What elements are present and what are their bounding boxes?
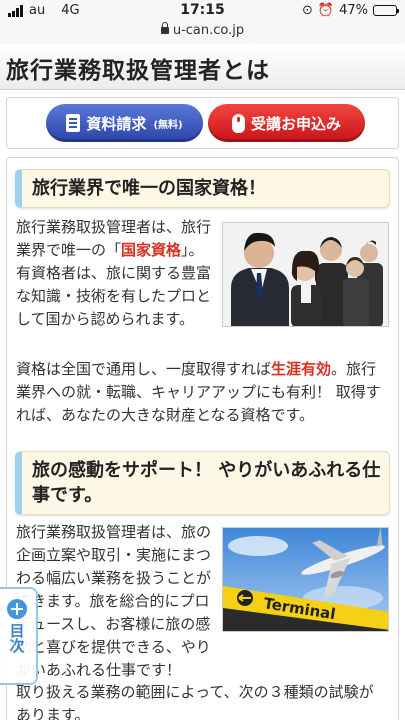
page-title: 旅行業務取扱管理者とは bbox=[6, 57, 270, 84]
status-bar: au 4G 17:15 ⊙ ⏰ 47% u-can.co.jp bbox=[0, 0, 405, 44]
page-header: 旅行業務取扱管理者とは bbox=[0, 44, 405, 90]
apply-label: 受講お申込み bbox=[250, 114, 341, 133]
document-icon bbox=[66, 114, 81, 132]
address-bar[interactable]: u-can.co.jp bbox=[0, 22, 405, 38]
business-people-photo bbox=[222, 222, 389, 327]
section1-text-c: 資格は全国で通用し、一度取得すれば bbox=[16, 360, 272, 378]
plus-icon bbox=[7, 599, 27, 619]
main-content: 旅行業界で唯一の国家資格！ 旅行業務取扱管理者は、旅行業界で唯一の「国家資格」。… bbox=[6, 157, 399, 720]
section2-heading: 旅の感動をサポート！ やりがいあふれる仕事です。 bbox=[15, 451, 390, 515]
lifetime-valid-highlight: 生涯有効 bbox=[271, 360, 332, 378]
toc-label: 目次 bbox=[7, 623, 26, 653]
cta-box: 資料請求 (無料) 受講お申込み bbox=[6, 97, 399, 149]
section1-paragraph2: 資格は全国で通用し、一度取得すれば生涯有効。旅行業界への就・転職、キャリアアップ… bbox=[16, 358, 386, 427]
lock-icon bbox=[160, 22, 169, 34]
request-note: (無料) bbox=[153, 119, 183, 131]
request-label: 資料請求 bbox=[86, 114, 147, 133]
battery-icon bbox=[373, 5, 399, 16]
apply-course-button[interactable]: 受講お申込み bbox=[208, 104, 365, 142]
request-materials-button[interactable]: 資料請求 (無料) bbox=[46, 104, 203, 142]
section2-paragraph1: 旅行業務取扱管理者は、旅の企画立案や取引・実施にまつわる幅広い業務を扱うことがで… bbox=[16, 523, 212, 679]
rotation-lock-icon: ⊙ bbox=[302, 3, 313, 18]
section2-paragraph2: 取り扱える業務の範囲によって、次の３種類の試験があります。 bbox=[16, 683, 374, 720]
terminal-sign-photo: Terminal bbox=[222, 527, 389, 632]
mouse-icon bbox=[231, 113, 245, 133]
national-qualification-highlight: 国家資格 bbox=[121, 241, 182, 259]
section1-paragraph1: 旅行業務取扱管理者は、旅行業界で唯一の「国家資格」。有資格者は、旅に関する豊富な… bbox=[16, 216, 213, 331]
url-text: u-can.co.jp bbox=[172, 23, 245, 38]
section1-heading: 旅行業界で唯一の国家資格！ bbox=[15, 169, 390, 208]
status-right: ⊙ ⏰ 47% bbox=[302, 3, 399, 18]
alarm-icon: ⏰ bbox=[317, 3, 335, 18]
battery-percent: 47% bbox=[339, 3, 368, 18]
table-of-contents-button[interactable]: 目次 bbox=[0, 587, 38, 685]
